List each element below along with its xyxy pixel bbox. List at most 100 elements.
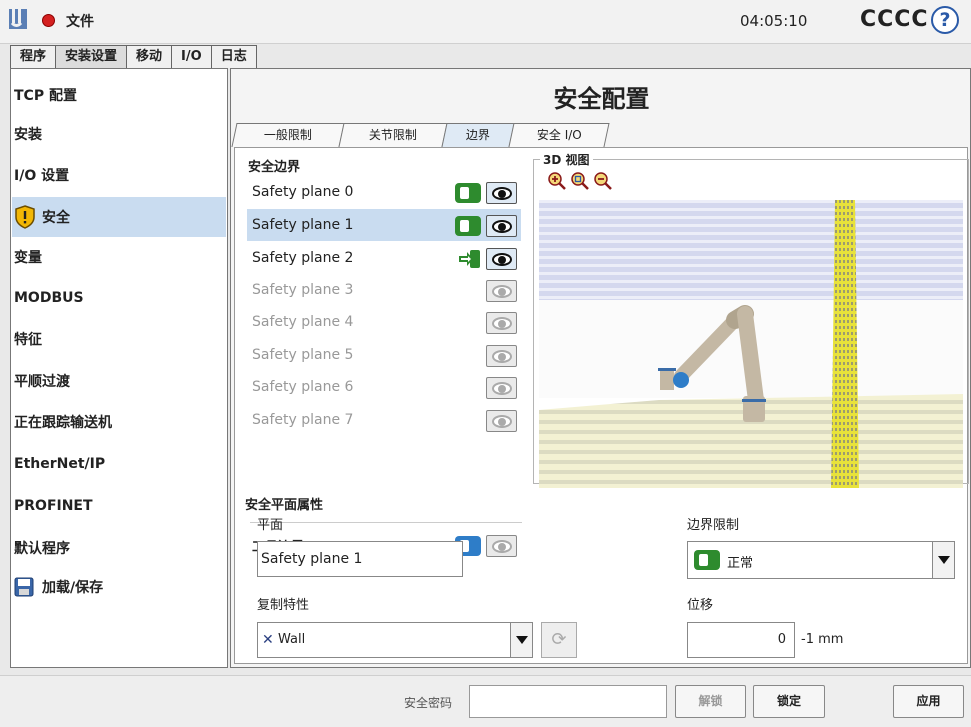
sidebar-item-variables[interactable]: 变量 — [12, 237, 226, 277]
refresh-button[interactable]: ⟳ — [541, 622, 577, 658]
safety-sub-tabs: 一般限制 关节限制 边界 安全 I/O — [231, 123, 610, 147]
visibility-button[interactable] — [486, 280, 517, 302]
visibility-button[interactable] — [486, 535, 517, 557]
plane-label: Safety plane 5 — [252, 347, 354, 363]
zoom-in-icon[interactable] — [548, 172, 566, 190]
file-menu[interactable]: 文件 — [66, 11, 94, 31]
copy-feature-select[interactable]: ✕ Wall — [257, 622, 533, 658]
boundaries-panel: 安全边界 Safety plane 0 Safety plane 1 Safet… — [234, 147, 969, 664]
safety-plane-row[interactable]: Safety plane 1 — [247, 209, 521, 241]
safety-plane-row[interactable]: Safety plane 6 — [247, 371, 521, 403]
sidebar-item-smooth-transition[interactable]: 平顺过渡 — [12, 361, 226, 401]
plane-name-input[interactable]: Safety plane 1 — [257, 541, 463, 577]
save-disk-icon — [14, 577, 34, 597]
sidebar: TCP 配置 安装 I/O 设置 安全 变量 MODBUS 特征 平顺过渡 正在… — [10, 68, 228, 668]
sidebar-item-label: 安全 — [42, 210, 70, 226]
visibility-button[interactable] — [486, 248, 517, 270]
offset-input[interactable]: 0 — [687, 622, 795, 658]
plane-label: Safety plane 7 — [252, 412, 354, 428]
zoom-fit-icon[interactable] — [571, 172, 589, 190]
help-icon[interactable]: ? — [931, 6, 959, 34]
normal-mode-icon — [694, 550, 720, 570]
robot-name: CCCC — [860, 7, 929, 32]
eye-icon — [492, 350, 512, 363]
visibility-button[interactable] — [486, 215, 517, 237]
safety-plane-row[interactable]: Safety plane 5 — [247, 339, 521, 371]
copy-feature-value: Wall — [278, 632, 306, 647]
sidebar-item-modbus[interactable]: MODBUS — [12, 278, 226, 318]
tab-program[interactable]: 程序 — [10, 45, 57, 68]
zoom-out-icon[interactable] — [594, 172, 612, 190]
clock: 04:05:10 — [740, 12, 808, 30]
page-title: 安全配置 — [553, 85, 650, 113]
plane-name-label: 平面 — [257, 518, 284, 533]
feature-x-icon: ✕ — [262, 632, 274, 648]
visibility-button[interactable] — [486, 345, 517, 367]
safety-plane-row[interactable]: Safety plane 3 — [247, 274, 521, 306]
tab-joint-limits[interactable]: 关节限制 — [338, 123, 448, 147]
visibility-button[interactable] — [486, 182, 517, 204]
eye-icon — [492, 253, 512, 266]
sidebar-item-label: 平顺过渡 — [14, 374, 70, 390]
bottom-bar: 安全密码 解锁 锁定 应用 — [0, 675, 971, 727]
tab-log[interactable]: 日志 — [210, 45, 257, 68]
eye-icon — [492, 187, 512, 200]
eye-icon — [492, 285, 512, 298]
tab-general-limits[interactable]: 一般限制 — [231, 123, 345, 147]
sidebar-item-mounting[interactable]: 安装 — [12, 114, 226, 154]
3d-view-label: 3D 视图 — [540, 151, 593, 168]
safety-plane-row[interactable]: Safety plane 2 — [247, 242, 521, 274]
eye-icon — [492, 382, 512, 395]
wall-plane — [831, 200, 859, 488]
warning-shield-icon — [15, 205, 35, 229]
tab-move[interactable]: 移动 — [126, 45, 173, 68]
sidebar-item-label: PROFINET — [14, 498, 93, 514]
sidebar-item-io-setup[interactable]: I/O 设置 — [12, 155, 226, 195]
sidebar-item-label: 正在跟踪输送机 — [14, 415, 112, 431]
top-bar: 文件 04:05:10 CCCC ? — [0, 0, 971, 44]
sidebar-item-tcp[interactable]: TCP 配置 — [12, 75, 226, 115]
tab-boundaries[interactable]: 边界 — [441, 123, 515, 147]
sidebar-item-label: EtherNet/IP — [14, 456, 106, 472]
sidebar-item-profinet[interactable]: PROFINET — [12, 486, 226, 526]
sidebar-item-ethernet-ip[interactable]: EtherNet/IP — [12, 444, 226, 484]
plane-enabled-toggle[interactable] — [455, 183, 481, 203]
refresh-icon: ⟳ — [551, 629, 567, 650]
lock-button[interactable]: 锁定 — [753, 685, 825, 718]
sidebar-item-label: 安装 — [14, 127, 42, 143]
trigger-plane-icon[interactable] — [457, 249, 481, 269]
chevron-down-icon[interactable] — [932, 542, 954, 578]
sidebar-item-safety[interactable]: 安全 — [12, 197, 226, 237]
3d-scene-canvas[interactable] — [539, 200, 963, 488]
visibility-button[interactable] — [486, 312, 517, 334]
sidebar-item-conveyor-tracking[interactable]: 正在跟踪输送机 — [12, 402, 226, 442]
plane-enabled-toggle[interactable] — [455, 216, 481, 236]
chevron-down-icon[interactable] — [510, 623, 532, 657]
visibility-button[interactable] — [486, 410, 517, 432]
tab-safety-io[interactable]: 安全 I/O — [508, 123, 610, 147]
eye-icon — [492, 317, 512, 330]
content-area: 安全配置 一般限制 关节限制 边界 安全 I/O 安全边界 Safety pla… — [230, 68, 971, 668]
sidebar-item-features[interactable]: 特征 — [12, 319, 226, 359]
safety-password-input[interactable] — [469, 685, 667, 718]
main-tabs: 程序 安装设置 移动 I/O 日志 — [10, 45, 257, 68]
boundary-limit-select[interactable]: 正常 — [687, 541, 955, 579]
plane-label: Safety plane 4 — [252, 314, 354, 330]
sidebar-item-default-program[interactable]: 默认程序 — [12, 528, 226, 568]
boundary-limit-value: 正常 — [727, 556, 754, 571]
chevron-down-glyph — [937, 556, 950, 564]
unlock-button[interactable]: 解锁 — [675, 685, 746, 718]
plane-properties-title: 安全平面属性 — [245, 498, 324, 513]
plane-label: Safety plane 3 — [252, 282, 354, 298]
safety-plane-row[interactable]: Safety plane 0 — [247, 176, 521, 208]
tab-installation[interactable]: 安装设置 — [55, 45, 128, 68]
tab-io[interactable]: I/O — [171, 45, 212, 68]
apply-button[interactable]: 应用 — [893, 685, 964, 718]
sidebar-item-label: 变量 — [14, 250, 42, 266]
copy-feature-label: 复制特性 — [257, 598, 310, 613]
visibility-button[interactable] — [486, 377, 517, 399]
sidebar-item-load-save[interactable]: 加载/保存 — [12, 567, 226, 607]
safety-plane-row[interactable]: Safety plane 4 — [247, 306, 521, 338]
ur-logo-icon — [9, 9, 27, 29]
safety-plane-row[interactable]: Safety plane 7 — [247, 404, 521, 436]
